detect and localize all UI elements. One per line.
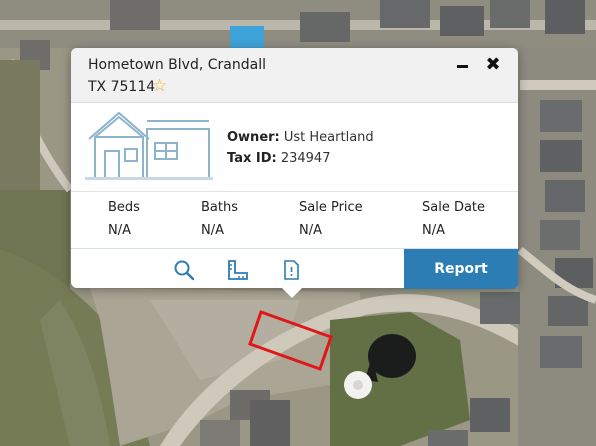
star-icon[interactable]: ☆ xyxy=(152,76,167,96)
close-icon[interactable]: ✖ xyxy=(484,55,502,75)
tax-id-row: Tax ID: 234947 xyxy=(227,151,330,166)
minimize-icon[interactable] xyxy=(454,58,472,74)
stat-value: N/A xyxy=(201,223,224,238)
tax-id-label: Tax ID: xyxy=(227,151,277,166)
stat-value: N/A xyxy=(108,223,131,238)
tax-id-value: 234947 xyxy=(280,151,331,166)
popup-header: Hometown Blvd, Crandall TX 75114 ☆ ✖ xyxy=(71,48,518,103)
stat-label: Baths xyxy=(201,200,238,215)
house-illustration xyxy=(85,111,213,180)
stat-value: N/A xyxy=(299,223,322,238)
divider xyxy=(71,191,518,192)
owner-label: Owner: xyxy=(227,130,280,145)
document-icon[interactable] xyxy=(280,259,302,281)
ruler-icon[interactable] xyxy=(227,259,249,281)
stat-value: N/A xyxy=(422,223,445,238)
stat-baths: Baths N/A xyxy=(201,200,238,238)
stat-label: Sale Date xyxy=(422,200,486,215)
owner-row: Owner: Ust Heartland xyxy=(227,130,374,145)
property-popup: Hometown Blvd, Crandall TX 75114 ☆ ✖ Own… xyxy=(71,48,518,298)
stat-label: Sale Price xyxy=(299,200,363,215)
stat-beds: Beds N/A xyxy=(108,200,140,238)
action-bar: Report xyxy=(71,248,518,289)
stat-sale-price: Sale Price N/A xyxy=(299,200,363,238)
address-line-1: Hometown Blvd, Crandall xyxy=(88,57,266,73)
search-icon[interactable] xyxy=(173,259,195,281)
stat-sale-date: Sale Date N/A xyxy=(422,200,485,238)
stat-label: Beds xyxy=(108,200,140,215)
address-line-2: TX 75114 xyxy=(88,79,156,95)
owner-value: Ust Heartland xyxy=(283,130,374,145)
report-button[interactable]: Report xyxy=(404,249,518,289)
